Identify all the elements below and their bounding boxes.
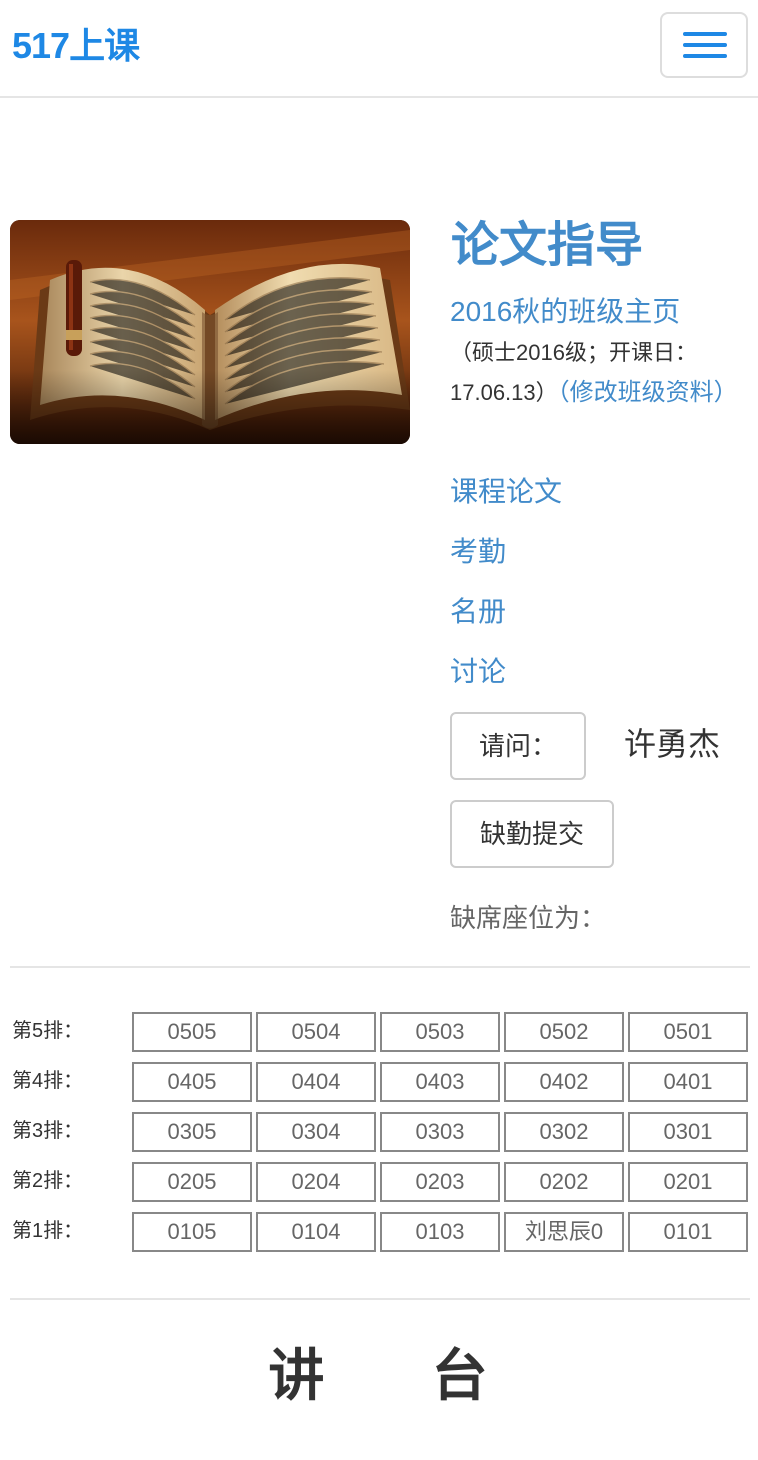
seat-button[interactable]: 0402	[504, 1062, 624, 1102]
seat-button[interactable]: 0403	[380, 1062, 500, 1102]
open-book-image	[10, 220, 410, 444]
seat-button[interactable]: 0304	[256, 1112, 376, 1152]
seat-button[interactable]: 0401	[628, 1062, 748, 1102]
course-cover-image	[10, 220, 410, 444]
hamburger-menu-icon	[683, 32, 727, 36]
ask-button[interactable]: 请问：	[450, 712, 586, 780]
discussion-link[interactable]: 讨论	[450, 652, 506, 692]
seat-button[interactable]: 0202	[504, 1162, 624, 1202]
seat-button-occupied[interactable]: 刘思辰0	[504, 1212, 624, 1252]
course-title: 论文指导	[451, 219, 644, 272]
edit-class-link[interactable]: （修改班级资料）	[558, 379, 738, 406]
row-label: 第5排：	[12, 1020, 84, 1042]
hamburger-menu-icon-bar	[683, 54, 727, 58]
class-home-link[interactable]: 2016秋的班级主页	[450, 292, 680, 332]
row-label: 第4排：	[12, 1070, 84, 1092]
seat-button[interactable]: 0101	[628, 1212, 748, 1252]
absent-seat-label: 缺席座位为：	[450, 903, 607, 933]
podium-label: 讲 台	[268, 1344, 490, 1407]
absent-submit-button[interactable]: 缺勤提交	[450, 800, 614, 868]
seat-button[interactable]: 0505	[132, 1012, 252, 1052]
student-name: 许勇杰	[624, 726, 721, 762]
seat-button[interactable]: 0501	[628, 1012, 748, 1052]
seat-button[interactable]: 0404	[256, 1062, 376, 1102]
brand-logo[interactable]: 517上课	[12, 24, 140, 68]
seat-button[interactable]: 0502	[504, 1012, 624, 1052]
seat-button[interactable]: 0301	[628, 1112, 748, 1152]
seat-button[interactable]: 0205	[132, 1162, 252, 1202]
divider	[10, 1298, 750, 1300]
seat-button[interactable]: 0504	[256, 1012, 376, 1052]
seat-button[interactable]: 0305	[132, 1112, 252, 1152]
class-info: （硕士2016级；开课日：17.06.13）（修改班级资料）	[450, 333, 740, 413]
seat-button[interactable]: 0503	[380, 1012, 500, 1052]
course-paper-link[interactable]: 课程论文	[450, 472, 562, 512]
row-label: 第3排：	[12, 1120, 84, 1142]
seat-button[interactable]: 0104	[256, 1212, 376, 1252]
hamburger-menu-button[interactable]	[660, 12, 748, 78]
seat-button[interactable]: 0105	[132, 1212, 252, 1252]
hamburger-menu-icon-bar	[683, 43, 727, 47]
seat-button[interactable]: 0201	[628, 1162, 748, 1202]
attendance-link[interactable]: 考勤	[450, 532, 506, 572]
navbar: 517上课	[0, 0, 758, 98]
seat-button[interactable]: 0204	[256, 1162, 376, 1202]
seat-button[interactable]: 0303	[380, 1112, 500, 1152]
roster-link[interactable]: 名册	[450, 592, 506, 632]
row-label: 第2排：	[12, 1170, 84, 1192]
seat-button[interactable]: 0103	[380, 1212, 500, 1252]
divider	[10, 966, 750, 968]
row-label: 第1排：	[12, 1220, 84, 1242]
seat-button[interactable]: 0203	[380, 1162, 500, 1202]
seat-button[interactable]: 0302	[504, 1112, 624, 1152]
seat-button[interactable]: 0405	[132, 1062, 252, 1102]
